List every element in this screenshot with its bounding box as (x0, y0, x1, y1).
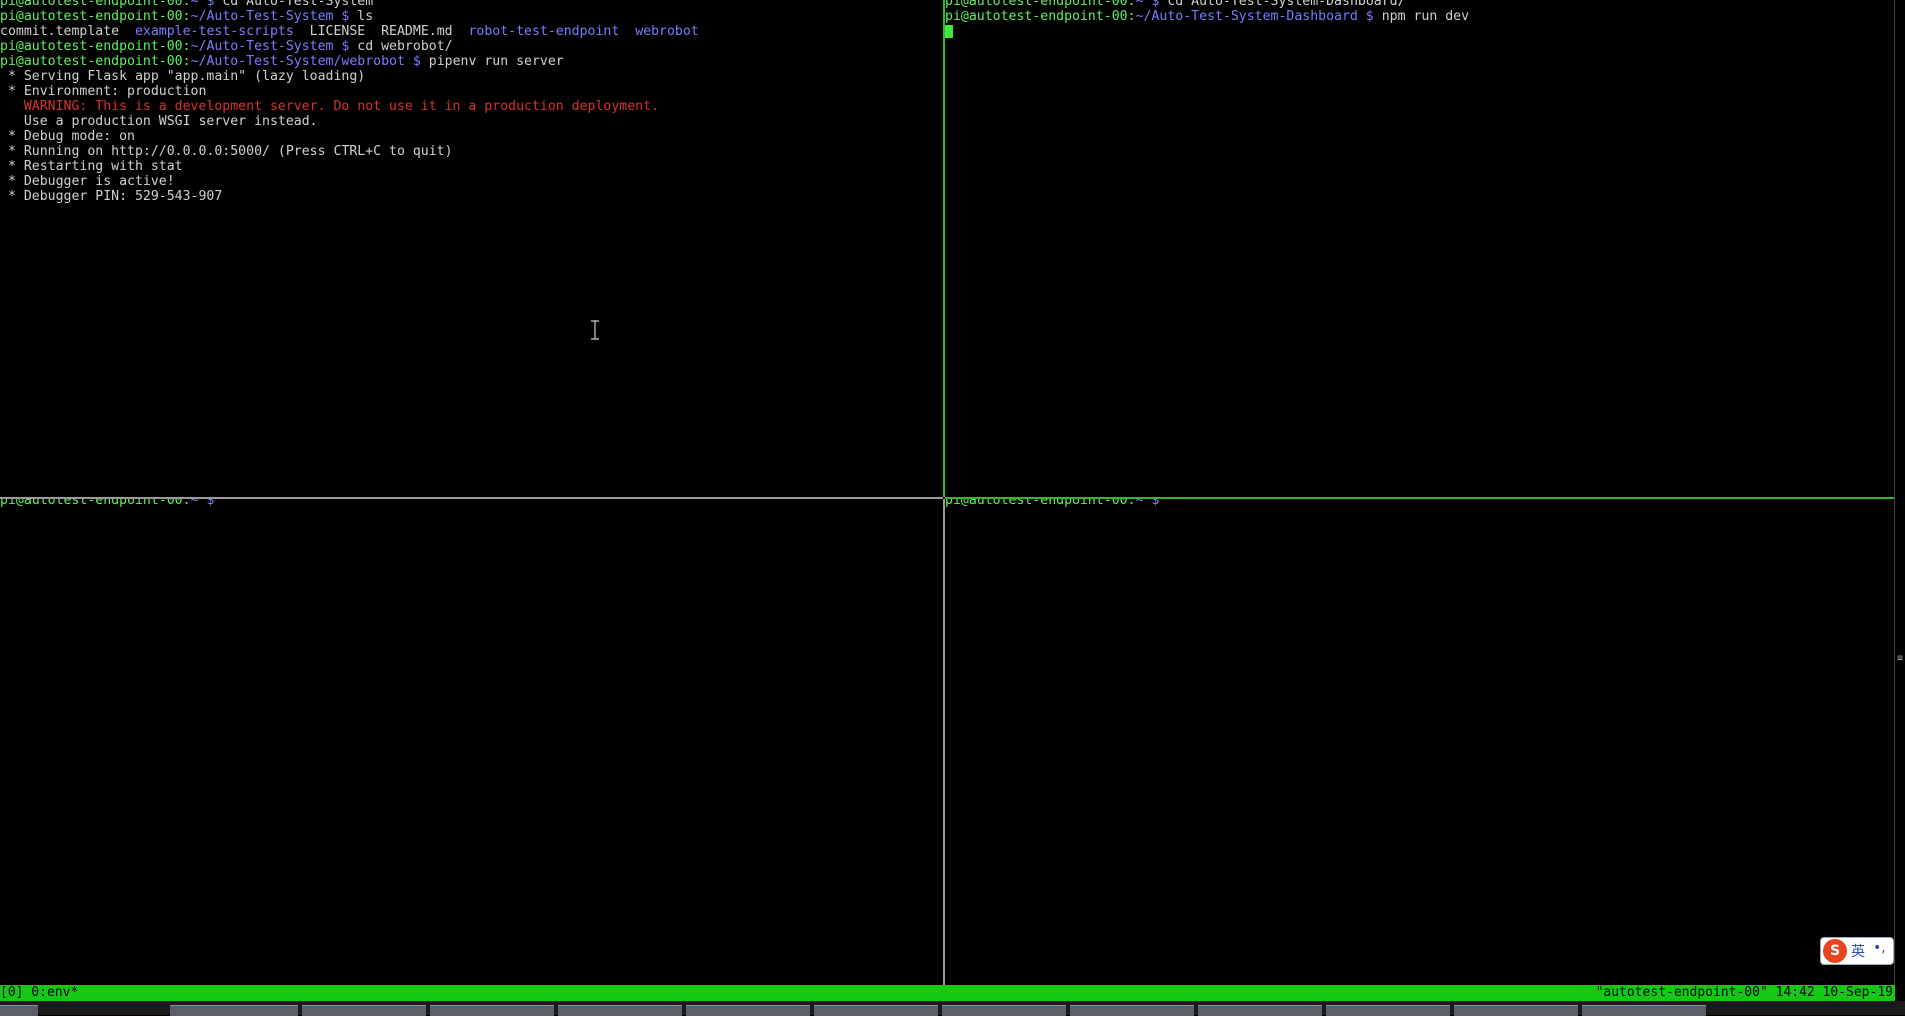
terminal-text-segment: pi@autotest-endpoint-00: (0, 0, 191, 9)
terminal-text-segment: * Restarting with stat (0, 159, 183, 174)
terminal-text-segment: * Running on http://0.0.0.0:5000/ (Press… (0, 144, 453, 159)
tmux-status-bar: [0] 0:env* "autotest-endpoint-00" 14:42 … (0, 985, 1895, 1001)
taskbar-app-button[interactable] (1198, 1005, 1322, 1016)
terminal-text-segment: ~ $ (1135, 0, 1168, 9)
taskbar-app-button[interactable] (942, 1005, 1066, 1016)
pane-divider-vertical[interactable] (943, 0, 945, 497)
taskbar-app-button[interactable] (814, 1005, 938, 1016)
taskbar-app-button[interactable] (1582, 1005, 1706, 1016)
terminal-line (945, 24, 1469, 39)
taskbar-app-button[interactable] (430, 1005, 554, 1016)
terminal-text-segment: pi@autotest-endpoint-00: (945, 9, 1136, 24)
taskbar-app-button[interactable] (686, 1005, 810, 1016)
terminal-text-segment: pipenv run server (428, 54, 564, 69)
ime-punctuation-label: •, (1873, 940, 1886, 956)
terminal-pane-top-right[interactable]: pi@autotest-endpoint-00:~ $ cd Auto-Test… (945, 0, 1895, 497)
scrollbar-grip-icon[interactable]: ≡ (1895, 652, 1905, 666)
terminal-text-segment: ~/Auto-Test-System/webrobot $ (190, 54, 429, 69)
terminal-output: pi@autotest-endpoint-00:~ $ (0, 499, 214, 508)
terminal-text-segment: webrobot (635, 24, 699, 39)
terminal-text-segment: * Serving Flask app "app.main" (lazy loa… (0, 69, 366, 84)
terminal-line: pi@autotest-endpoint-00:~/Auto-Test-Syst… (0, 54, 699, 69)
status-window-list[interactable]: [0] 0:env* (0, 985, 78, 1001)
terminal-line: pi@autotest-endpoint-00:~/Auto-Test-Syst… (945, 9, 1469, 24)
terminal-line: WARNING: This is a development server. D… (0, 99, 699, 114)
terminal-text-segment: example-test-scripts (134, 24, 294, 39)
terminal-line: pi@autotest-endpoint-00:~/Auto-Test-Syst… (0, 9, 699, 24)
input-method-indicator[interactable]: S 英 •, (1820, 937, 1894, 965)
pane-divider-horizontal[interactable] (945, 497, 1895, 499)
terminal-line: * Serving Flask app "app.main" (lazy loa… (0, 69, 699, 84)
terminal-text-segment: ~ $ (190, 0, 223, 9)
taskbar-app-button[interactable] (1070, 1005, 1194, 1016)
terminal-text-segment: npm run dev (1381, 9, 1470, 24)
terminal-output: pi@autotest-endpoint-00:~ $ cd Auto-Test… (0, 0, 699, 204)
terminal-text-segment: pi@autotest-endpoint-00: (0, 54, 191, 69)
terminal-line: * Environment: production (0, 84, 699, 99)
terminal-text-segment: * Debug mode: on (0, 129, 135, 144)
terminal-line: Use a production WSGI server instead. (0, 114, 699, 129)
terminal-pane-bottom-right[interactable]: pi@autotest-endpoint-00:~ $ (945, 499, 1895, 985)
terminal-line: pi@autotest-endpoint-00:~ $ (0, 499, 214, 508)
terminal-text-segment: cd Auto-Test-System (222, 0, 374, 9)
taskbar (0, 1001, 1905, 1016)
taskbar-app-button[interactable] (1326, 1005, 1450, 1016)
taskbar-app-button[interactable] (558, 1005, 682, 1016)
terminal-line: pi@autotest-endpoint-00:~ $ cd Auto-Test… (945, 0, 1469, 9)
terminal-line: * Debug mode: on (0, 129, 699, 144)
terminal-text-segment: * Debugger PIN: 529-543-907 (0, 189, 223, 204)
terminal-text-segment: robot-test-endpoint (468, 24, 620, 39)
terminal-text-segment: ~/Auto-Test-System-Dashboard $ (1135, 9, 1382, 24)
terminal-text-segment: pi@autotest-endpoint-00: (0, 39, 191, 54)
taskbar-app-button[interactable] (170, 1005, 298, 1016)
terminal-line: * Debugger PIN: 529-543-907 (0, 189, 699, 204)
terminal-text-segment: ~ $ (190, 499, 215, 508)
terminal-text-segment: cd Auto-Test-System-Dashboard/ (1167, 0, 1406, 9)
terminal-text-segment: LICENSE README.md (293, 24, 469, 39)
terminal-line: pi@autotest-endpoint-00:~/Auto-Test-Syst… (0, 39, 699, 54)
terminal-line: pi@autotest-endpoint-00:~ $ (945, 499, 1159, 508)
terminal-text-segment: pi@autotest-endpoint-00: (945, 0, 1136, 9)
ime-mode-label: 英 (1851, 944, 1865, 960)
terminal-text-segment: Use a production WSGI server instead. (0, 114, 318, 129)
terminal-text-segment: WARNING: This is a development server. D… (0, 99, 659, 114)
ime-logo-icon: S (1823, 939, 1847, 963)
terminal-text-segment: * Environment: production (0, 84, 207, 99)
terminal-text-segment: pi@autotest-endpoint-00: (0, 9, 191, 24)
text-cursor-ibeam-icon (591, 320, 599, 340)
start-button[interactable] (0, 1005, 38, 1016)
terminal-pane-bottom-left[interactable]: pi@autotest-endpoint-00:~ $ (0, 499, 943, 985)
status-host-clock: "autotest-endpoint-00" 14:42 10-Sep-19 (1595, 985, 1893, 1000)
terminal-cursor (945, 24, 953, 38)
taskbar-app-button[interactable] (302, 1005, 426, 1016)
taskbar-app-button[interactable] (1454, 1005, 1578, 1016)
terminal-text-segment: pi@autotest-endpoint-00: (945, 499, 1136, 508)
terminal-text-segment: ls (357, 9, 374, 24)
terminal-line: * Running on http://0.0.0.0:5000/ (Press… (0, 144, 699, 159)
terminal-line: commit.template example-test-scripts LIC… (0, 24, 699, 39)
terminal-line: * Restarting with stat (0, 159, 699, 174)
terminal-text-segment: commit.template (0, 24, 135, 39)
terminal-output: pi@autotest-endpoint-00:~ $ (945, 499, 1159, 508)
terminal-output: pi@autotest-endpoint-00:~ $ cd Auto-Test… (945, 0, 1469, 39)
terminal-pane-top-left[interactable]: pi@autotest-endpoint-00:~ $ cd Auto-Test… (0, 0, 943, 497)
terminal-text-segment: pi@autotest-endpoint-00: (0, 499, 191, 508)
terminal-scrollbar[interactable]: ≡ (1894, 0, 1905, 985)
pane-divider-horizontal[interactable] (0, 497, 943, 499)
terminal-text-segment: ~/Auto-Test-System $ (190, 9, 358, 24)
terminal-text-segment: ~ $ (1135, 499, 1160, 508)
terminal-line: pi@autotest-endpoint-00:~ $ cd Auto-Test… (0, 0, 699, 9)
terminal-text-segment: ~/Auto-Test-System $ (190, 39, 358, 54)
terminal-line: * Debugger is active! (0, 174, 699, 189)
terminal-text-segment: cd webrobot/ (357, 39, 453, 54)
pane-divider-vertical[interactable] (943, 499, 945, 985)
terminal-text-segment: * Debugger is active! (0, 174, 175, 189)
